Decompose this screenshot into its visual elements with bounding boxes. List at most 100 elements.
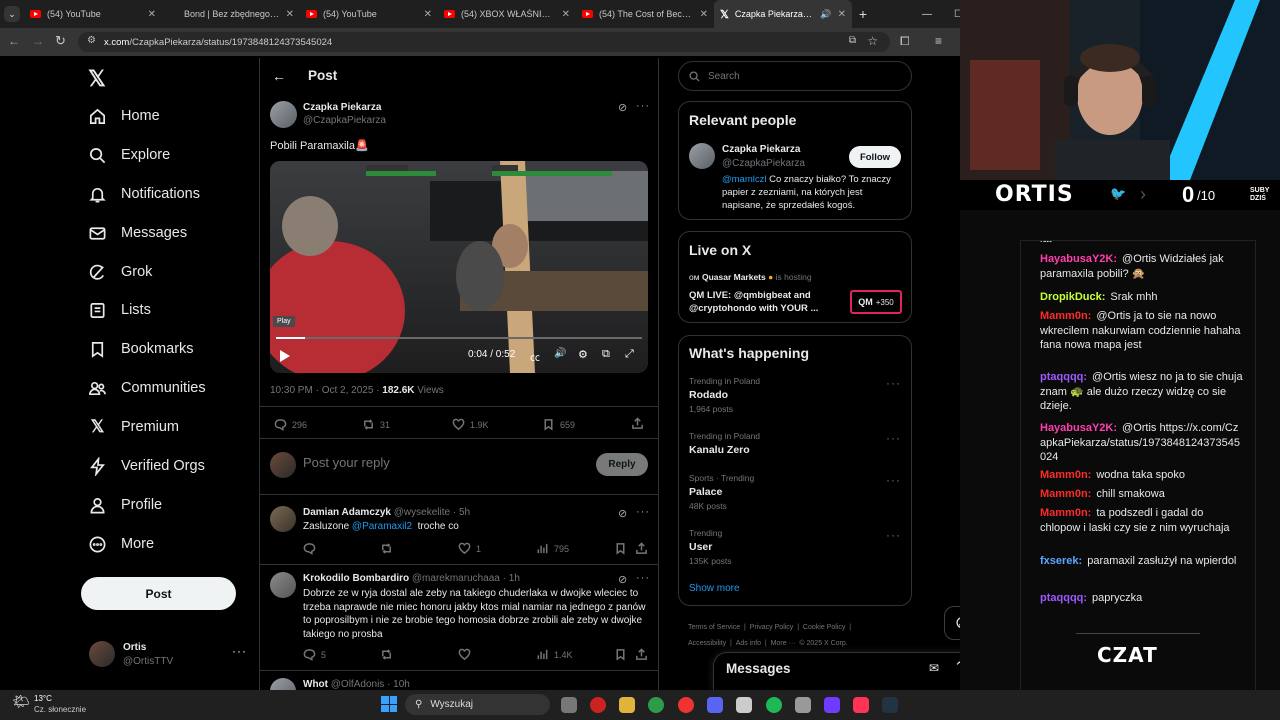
pip-icon[interactable]: ⧉	[602, 348, 610, 361]
trend-item[interactable]: Trending User 135K posts	[689, 528, 899, 566]
reply-action[interactable]	[303, 542, 316, 555]
chrome-icon[interactable]	[648, 697, 664, 713]
share-action[interactable]	[635, 648, 648, 661]
play-icon[interactable]	[280, 350, 290, 362]
steam-icon[interactable]	[882, 697, 898, 713]
browser-tab[interactable]: (54) YouTube ✕	[24, 0, 162, 28]
repost-action[interactable]	[380, 648, 393, 661]
spotify-icon[interactable]	[766, 697, 782, 713]
windows-start-icon[interactable]	[381, 696, 397, 712]
speaker-icon[interactable]: 🔊	[820, 9, 831, 20]
reload-icon[interactable]: ↻	[55, 33, 66, 49]
nav-verified-orgs[interactable]: Verified Orgs	[88, 454, 205, 478]
file-explorer-icon[interactable]	[619, 697, 635, 713]
address-bar[interactable]: ⚙ x.com/CzapkaPiekarza/status/1973848124…	[78, 32, 890, 52]
like-action[interactable]: 1	[458, 542, 481, 555]
close-icon[interactable]: ✕	[286, 9, 294, 20]
back-arrow-icon[interactable]: ←	[8, 34, 20, 48]
bookmark-action[interactable]: 659	[542, 418, 575, 431]
app-icon[interactable]	[853, 697, 869, 713]
browser-tab-active[interactable]: 𝕏Czapka Piekarza on X:🔊✕	[714, 0, 852, 28]
app-icon[interactable]	[736, 697, 752, 713]
more-dots-icon[interactable]: ···	[886, 376, 901, 390]
nav-more[interactable]: More	[88, 532, 154, 556]
browser-tab[interactable]: (54) The Cost of Becomin ✕	[576, 0, 714, 28]
tweet-author-handle[interactable]: @CzapkaPiekarza	[303, 115, 386, 126]
opera-icon[interactable]	[590, 697, 606, 713]
app-icon[interactable]	[824, 697, 840, 713]
reply-action[interactable]: 296	[274, 418, 307, 431]
more-dots-icon[interactable]: ···	[636, 100, 650, 112]
live-title[interactable]: QM LIVE: @qmbigbeat and @cryptohondo wit…	[689, 289, 834, 315]
grok-icon[interactable]: ⊘	[618, 101, 627, 114]
close-icon[interactable]: ✕	[148, 9, 156, 20]
nav-explore[interactable]: Explore	[88, 143, 170, 167]
avatar[interactable]	[689, 143, 715, 169]
new-message-icon[interactable]: ✉	[929, 661, 939, 675]
search-box[interactable]: Search	[678, 61, 912, 91]
like-action[interactable]	[458, 648, 471, 661]
nav-notifications[interactable]: Notifications	[88, 182, 200, 206]
live-listeners-badge[interactable]: QM +350	[850, 290, 902, 314]
browser-tab[interactable]: Bond | Bez zbędnego. | in ✕	[162, 0, 300, 28]
repost-action[interactable]: 31	[362, 418, 390, 431]
avatar[interactable]	[270, 678, 296, 690]
more-dots-icon[interactable]: ···	[232, 644, 247, 658]
captions-icon[interactable]: ㏄	[530, 349, 540, 364]
reply-button[interactable]: Reply	[596, 453, 648, 476]
nav-bookmarks[interactable]: Bookmarks	[88, 337, 194, 361]
share-action[interactable]	[631, 417, 644, 430]
trend-item[interactable]: Trending in Poland Kanalu Zero	[689, 431, 899, 456]
site-info-icon[interactable]: ⚙	[87, 35, 96, 46]
nav-grok[interactable]: Grok	[88, 260, 152, 284]
weather-icon[interactable]: 🌤	[12, 693, 30, 710]
nav-home[interactable]: Home	[88, 104, 160, 128]
fullscreen-icon[interactable]: ⤢	[625, 348, 634, 361]
browser-tab[interactable]: (54) XBOX WŁAŚNIE WZM✕	[438, 0, 576, 28]
chrome-active-icon[interactable]	[678, 697, 694, 713]
more-dots-icon[interactable]: ···	[886, 431, 901, 445]
trend-item[interactable]: Trending in Poland Rodado 1,964 posts	[689, 376, 899, 414]
like-action[interactable]: 1.9K	[452, 418, 489, 431]
bookmark-action[interactable]	[614, 542, 627, 555]
avatar[interactable]	[270, 101, 297, 128]
show-more-link[interactable]: Show more	[689, 583, 740, 594]
avatar[interactable]	[270, 506, 296, 532]
reply-input[interactable]: Post your reply	[303, 455, 583, 475]
nav-messages[interactable]: Messages	[88, 221, 187, 245]
close-icon[interactable]: ✕	[838, 9, 846, 20]
nav-premium[interactable]: 𝕏 Premium	[88, 415, 179, 439]
search-input[interactable]: Search	[708, 71, 740, 82]
tab-search-button[interactable]: ⌄	[0, 0, 24, 28]
close-icon[interactable]: ✕	[700, 9, 708, 20]
more-dots-icon[interactable]: ···	[636, 506, 650, 518]
settings-gear-icon[interactable]: ⚙	[578, 348, 588, 361]
nav-lists[interactable]: Lists	[88, 298, 151, 322]
more-dots-icon[interactable]: ···	[636, 572, 650, 584]
share-action[interactable]	[635, 542, 648, 555]
grok-icon[interactable]: ⊘	[618, 573, 627, 586]
reply-action[interactable]: 5	[303, 648, 326, 661]
close-icon[interactable]: ✕	[424, 9, 432, 20]
back-arrow-icon[interactable]: ←	[272, 68, 286, 84]
minimize-icon[interactable]: —	[922, 9, 932, 20]
messages-drawer[interactable]: Messages ✉ ⌃	[713, 652, 979, 690]
views-action[interactable]: 795	[536, 542, 569, 555]
video-progress-track[interactable]	[276, 337, 642, 339]
tweet-video[interactable]: Play 0:04 / 0:52 ㏄ 🔊 ⚙ ⧉ ⤢	[270, 161, 648, 373]
app-icon[interactable]	[795, 697, 811, 713]
volume-icon[interactable]: 🔊	[554, 348, 566, 359]
install-app-icon[interactable]: ⧉	[849, 35, 856, 46]
live-host[interactable]: ᴏᴍ Quasar Markets ● is hosting	[689, 272, 812, 282]
follow-button[interactable]: Follow	[849, 146, 901, 168]
nav-profile[interactable]: Profile	[88, 493, 162, 517]
media-controls-icon[interactable]: ≡	[935, 34, 942, 48]
taskbar-search[interactable]: ⚲ Wyszukaj	[405, 694, 550, 715]
forward-arrow-icon[interactable]: →	[32, 34, 44, 48]
more-dots-icon[interactable]: ···	[886, 528, 901, 542]
avatar[interactable]	[270, 572, 296, 598]
more-dots-icon[interactable]: ···	[886, 473, 901, 487]
x-logo-icon[interactable]: 𝕏	[88, 66, 106, 92]
close-icon[interactable]: ✕	[562, 9, 570, 20]
nav-communities[interactable]: Communities	[88, 376, 206, 400]
